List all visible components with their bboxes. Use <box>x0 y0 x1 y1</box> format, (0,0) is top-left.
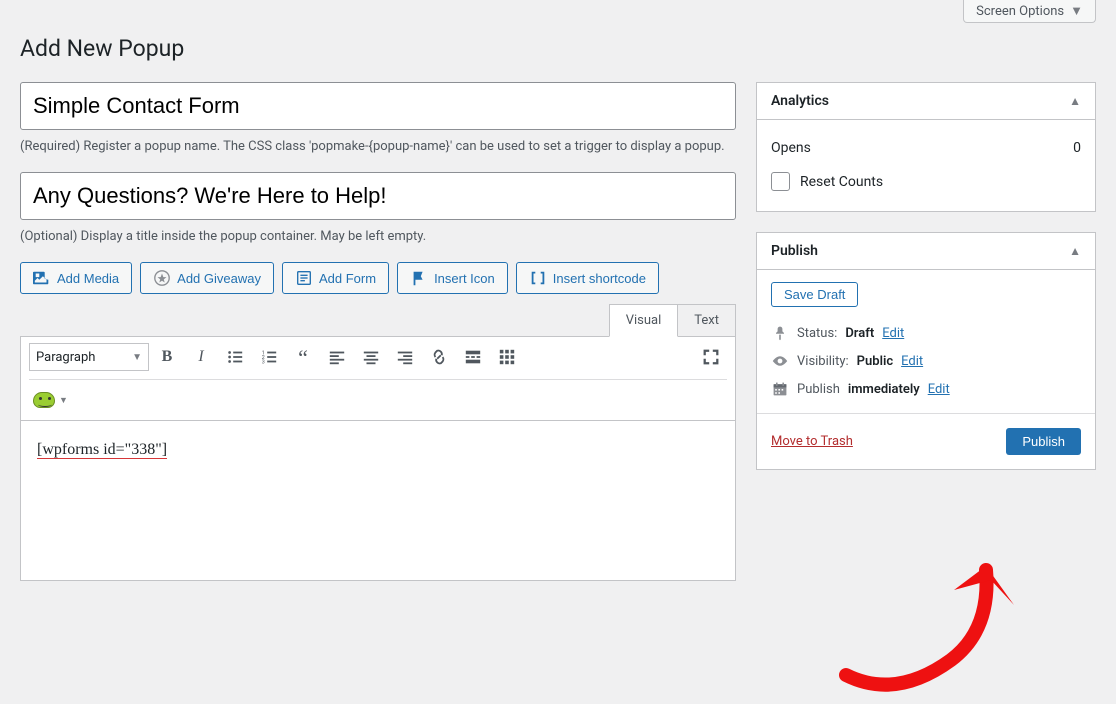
screen-options-label: Screen Options <box>976 4 1064 19</box>
blockquote-button[interactable]: “ <box>287 341 319 373</box>
popup-name-helper: (Required) Register a popup name. The CS… <box>20 138 736 156</box>
chevron-down-icon: ▼ <box>59 395 68 406</box>
move-to-trash-link[interactable]: Move to Trash <box>771 434 853 449</box>
popup-title-helper: (Optional) Display a title inside the po… <box>20 228 736 246</box>
insert-icon-label: Insert Icon <box>434 271 495 286</box>
save-draft-button[interactable]: Save Draft <box>771 282 858 307</box>
analytics-box: Analytics ▲ Opens 0 Reset Counts <box>756 82 1096 212</box>
toolbar-toggle-button[interactable] <box>491 341 523 373</box>
gift-icon <box>153 269 171 287</box>
read-more-button[interactable] <box>457 341 489 373</box>
publish-heading: Publish <box>771 243 818 259</box>
reset-counts-label: Reset Counts <box>800 174 883 190</box>
align-center-button[interactable] <box>355 341 387 373</box>
visibility-label: Visibility: <box>797 354 849 369</box>
insert-shortcode-button[interactable]: Insert shortcode <box>516 262 659 294</box>
chevron-down-icon: ▼ <box>1070 3 1083 19</box>
collapse-analytics-button[interactable]: ▲ <box>1069 94 1081 108</box>
calendar-icon <box>771 381 789 397</box>
screen-options-toggle[interactable]: Screen Options ▼ <box>963 0 1096 23</box>
tab-visual[interactable]: Visual <box>609 304 679 337</box>
publish-time-value: immediately <box>848 382 920 397</box>
bullet-list-button[interactable] <box>219 341 251 373</box>
editor-content-area[interactable]: [wpforms id="338"] <box>20 421 736 581</box>
publish-button[interactable]: Publish <box>1006 428 1081 455</box>
popup-title-input[interactable] <box>20 172 736 220</box>
publish-box: Publish ▲ Save Draft Status: Draft Edit <box>756 232 1096 470</box>
eye-icon <box>771 353 789 369</box>
emoji-button[interactable]: ▼ <box>29 384 72 416</box>
edit-publish-time-link[interactable]: Edit <box>928 382 950 397</box>
numbered-list-button[interactable]: 123 <box>253 341 285 373</box>
page-title: Add New Popup <box>20 35 1096 62</box>
align-left-button[interactable] <box>321 341 353 373</box>
italic-button[interactable]: I <box>185 341 217 373</box>
popup-name-input[interactable] <box>20 82 736 130</box>
emoji-icon <box>33 392 55 408</box>
link-button[interactable] <box>423 341 455 373</box>
add-form-button[interactable]: Add Form <box>282 262 389 294</box>
reset-counts-checkbox[interactable] <box>771 172 790 191</box>
editor-content-text: [wpforms id="338"] <box>37 441 167 459</box>
status-value: Draft <box>845 326 874 341</box>
svg-text:3: 3 <box>262 360 265 366</box>
add-media-button[interactable]: Add Media <box>20 262 132 294</box>
publish-time-label: Publish <box>797 382 840 397</box>
collapse-publish-button[interactable]: ▲ <box>1069 244 1081 258</box>
edit-status-link[interactable]: Edit <box>882 326 904 341</box>
analytics-heading: Analytics <box>771 93 829 109</box>
status-label: Status: <box>797 326 837 341</box>
add-giveaway-button[interactable]: Add Giveaway <box>140 262 274 294</box>
media-icon <box>33 269 51 287</box>
flag-icon <box>410 269 428 287</box>
align-right-button[interactable] <box>389 341 421 373</box>
format-select-label: Paragraph <box>36 350 95 365</box>
editor-toolbar: Paragraph ▼ B I 123 “ <box>20 337 736 421</box>
annotation-arrow <box>836 560 1036 704</box>
bold-button[interactable]: B <box>151 341 183 373</box>
tab-text[interactable]: Text <box>677 304 736 336</box>
shortcode-icon <box>529 269 547 287</box>
insert-icon-button[interactable]: Insert Icon <box>397 262 508 294</box>
visibility-value: Public <box>857 354 893 369</box>
chevron-down-icon: ▼ <box>101 352 142 363</box>
pin-icon <box>771 325 789 341</box>
fullscreen-button[interactable] <box>695 341 727 373</box>
opens-value: 0 <box>1073 140 1081 156</box>
form-icon <box>295 269 313 287</box>
add-form-label: Add Form <box>319 271 376 286</box>
insert-shortcode-label: Insert shortcode <box>553 271 646 286</box>
edit-visibility-link[interactable]: Edit <box>901 354 923 369</box>
add-media-label: Add Media <box>57 271 119 286</box>
opens-label: Opens <box>771 140 811 156</box>
format-select[interactable]: Paragraph ▼ <box>29 343 149 371</box>
add-giveaway-label: Add Giveaway <box>177 271 261 286</box>
